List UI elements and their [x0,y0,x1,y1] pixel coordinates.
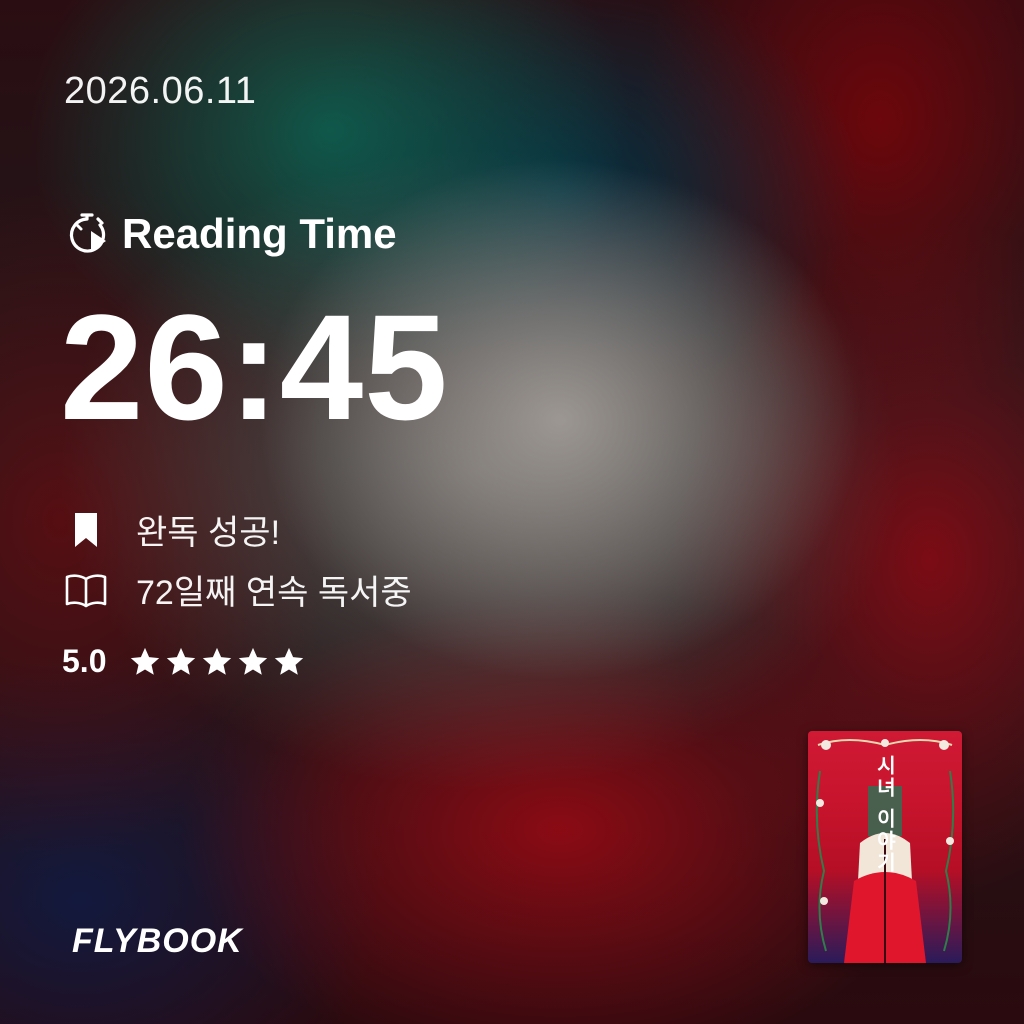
completion-status: 완독 성공! [64,505,280,554]
reading-time-value: 26:45 [60,283,449,451]
open-book-icon [64,570,108,610]
share-card: 2026.06.11 Reading Time 26:45 완독 성공! 72일… [0,0,1024,1024]
stopwatch-play-icon [64,211,110,257]
completion-text: 완독 성공! [136,514,281,552]
book-cover: 시녀 이야기 [808,731,962,963]
rating-stars [128,645,306,679]
star-icon [275,647,304,675]
star-icon [167,647,196,675]
bookmark-icon [64,510,108,550]
date-label: 2026.06.11 [64,70,257,112]
flybook-logo: FLYBOOK [72,922,243,960]
star-icon [131,647,160,675]
star-icon [203,647,232,675]
streak-text: 72일째 연속 독서중 [136,574,412,612]
reading-time-header: Reading Time [64,210,397,258]
star-icon [239,647,268,675]
book-cover-title: 시녀 이야기 [873,755,897,874]
rating: 5.0 [62,643,306,680]
reading-time-label: Reading Time [122,210,397,257]
rating-value: 5.0 [62,643,107,679]
reading-streak: 72일째 연속 독서중 [64,565,412,614]
